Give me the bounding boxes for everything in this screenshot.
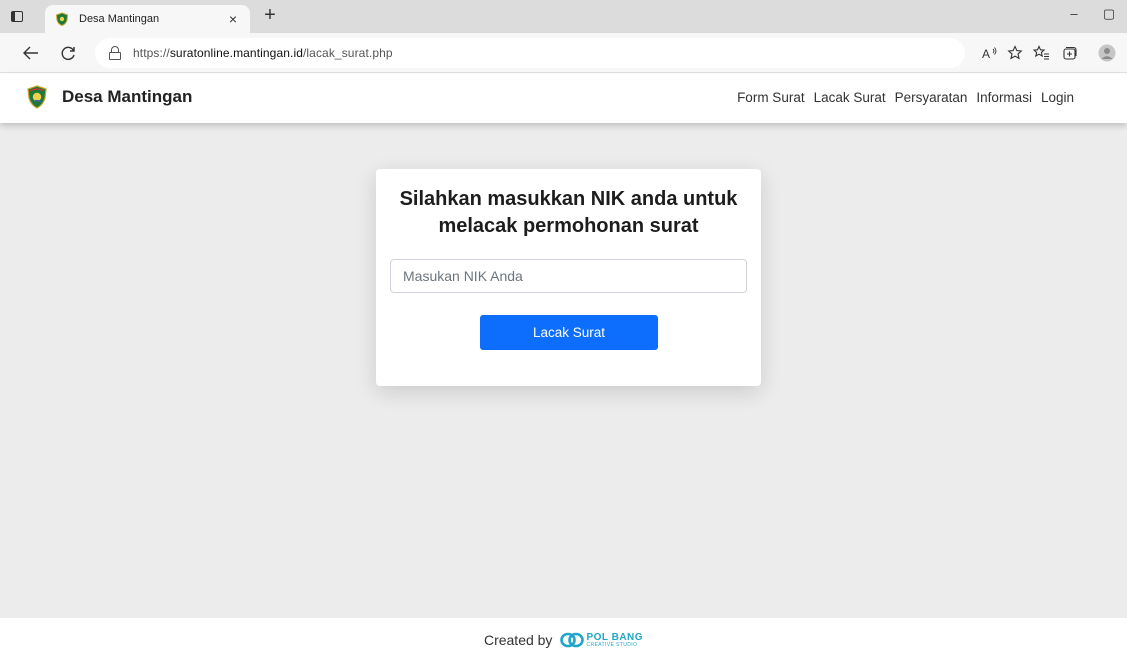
reload-icon[interactable] xyxy=(58,43,78,63)
browser-tab[interactable]: Desa Mantingan × xyxy=(45,5,250,33)
restore-icon[interactable]: ▢ xyxy=(1099,6,1119,22)
address-bar[interactable]: https://suratonline.mantingan.id/lacak_s… xyxy=(95,38,965,68)
polbang-logo-text: POL BANG xyxy=(586,631,644,643)
nav-informasi[interactable]: Informasi xyxy=(976,90,1032,105)
track-letter-button[interactable]: Lacak Surat xyxy=(480,315,658,350)
footer-created-by: Created by xyxy=(483,632,553,648)
footer: Created by POL BANG CREATIVE STUDIO xyxy=(0,618,1127,662)
favorites-list-icon[interactable] xyxy=(1031,43,1051,63)
polbang-logo-subtext: CREATIVE STUDIO xyxy=(586,641,638,648)
favorite-star-icon[interactable] xyxy=(1005,43,1025,63)
track-letter-card: Silahkan masukkan NIK anda untuk melacak… xyxy=(376,169,761,386)
minimize-icon[interactable]: – xyxy=(1064,6,1084,21)
nav-form-surat[interactable]: Form Surat xyxy=(737,90,805,105)
tab-title: Desa Mantingan xyxy=(79,13,160,25)
browser-tab-strip: Desa Mantingan × + – ▢ xyxy=(0,0,1127,33)
browser-toolbar: https://suratonline.mantingan.id/lacak_s… xyxy=(0,33,1127,73)
nik-input[interactable] xyxy=(390,259,747,293)
site-favicon-icon xyxy=(55,12,69,26)
nav-lacak-surat[interactable]: Lacak Surat xyxy=(814,90,886,105)
nav-login[interactable]: Login xyxy=(1041,90,1074,105)
svg-text:A: A xyxy=(982,47,990,60)
collections-icon[interactable] xyxy=(1059,43,1079,63)
tab-close-icon[interactable]: × xyxy=(226,11,240,27)
card-title: Silahkan masukkan NIK anda untuk melacak… xyxy=(399,188,738,237)
lock-icon[interactable] xyxy=(109,46,121,60)
profile-avatar-icon[interactable] xyxy=(1097,43,1117,63)
read-aloud-icon[interactable]: A xyxy=(980,43,1000,63)
polbang-rings-icon xyxy=(560,632,585,648)
polbang-logo: POL BANG CREATIVE STUDIO xyxy=(560,632,643,648)
url-text: https://suratonline.mantingan.id/lacak_s… xyxy=(133,46,393,60)
site-navbar: Desa Mantingan Form Surat Lacak Surat Pe… xyxy=(0,74,1127,123)
brand-title: Desa Mantingan xyxy=(62,87,193,106)
new-tab-icon[interactable]: + xyxy=(258,3,282,27)
tab-actions-icon[interactable] xyxy=(9,8,25,24)
nav-persyaratan[interactable]: Persyaratan xyxy=(895,90,968,105)
village-emblem-icon xyxy=(27,85,47,109)
brand[interactable]: Desa Mantingan xyxy=(26,85,192,109)
back-arrow-icon[interactable] xyxy=(21,43,41,63)
main-content: Silahkan masukkan NIK anda untuk melacak… xyxy=(0,123,1127,618)
nav-links: Form Surat Lacak Surat Persyaratan Infor… xyxy=(737,90,1074,105)
